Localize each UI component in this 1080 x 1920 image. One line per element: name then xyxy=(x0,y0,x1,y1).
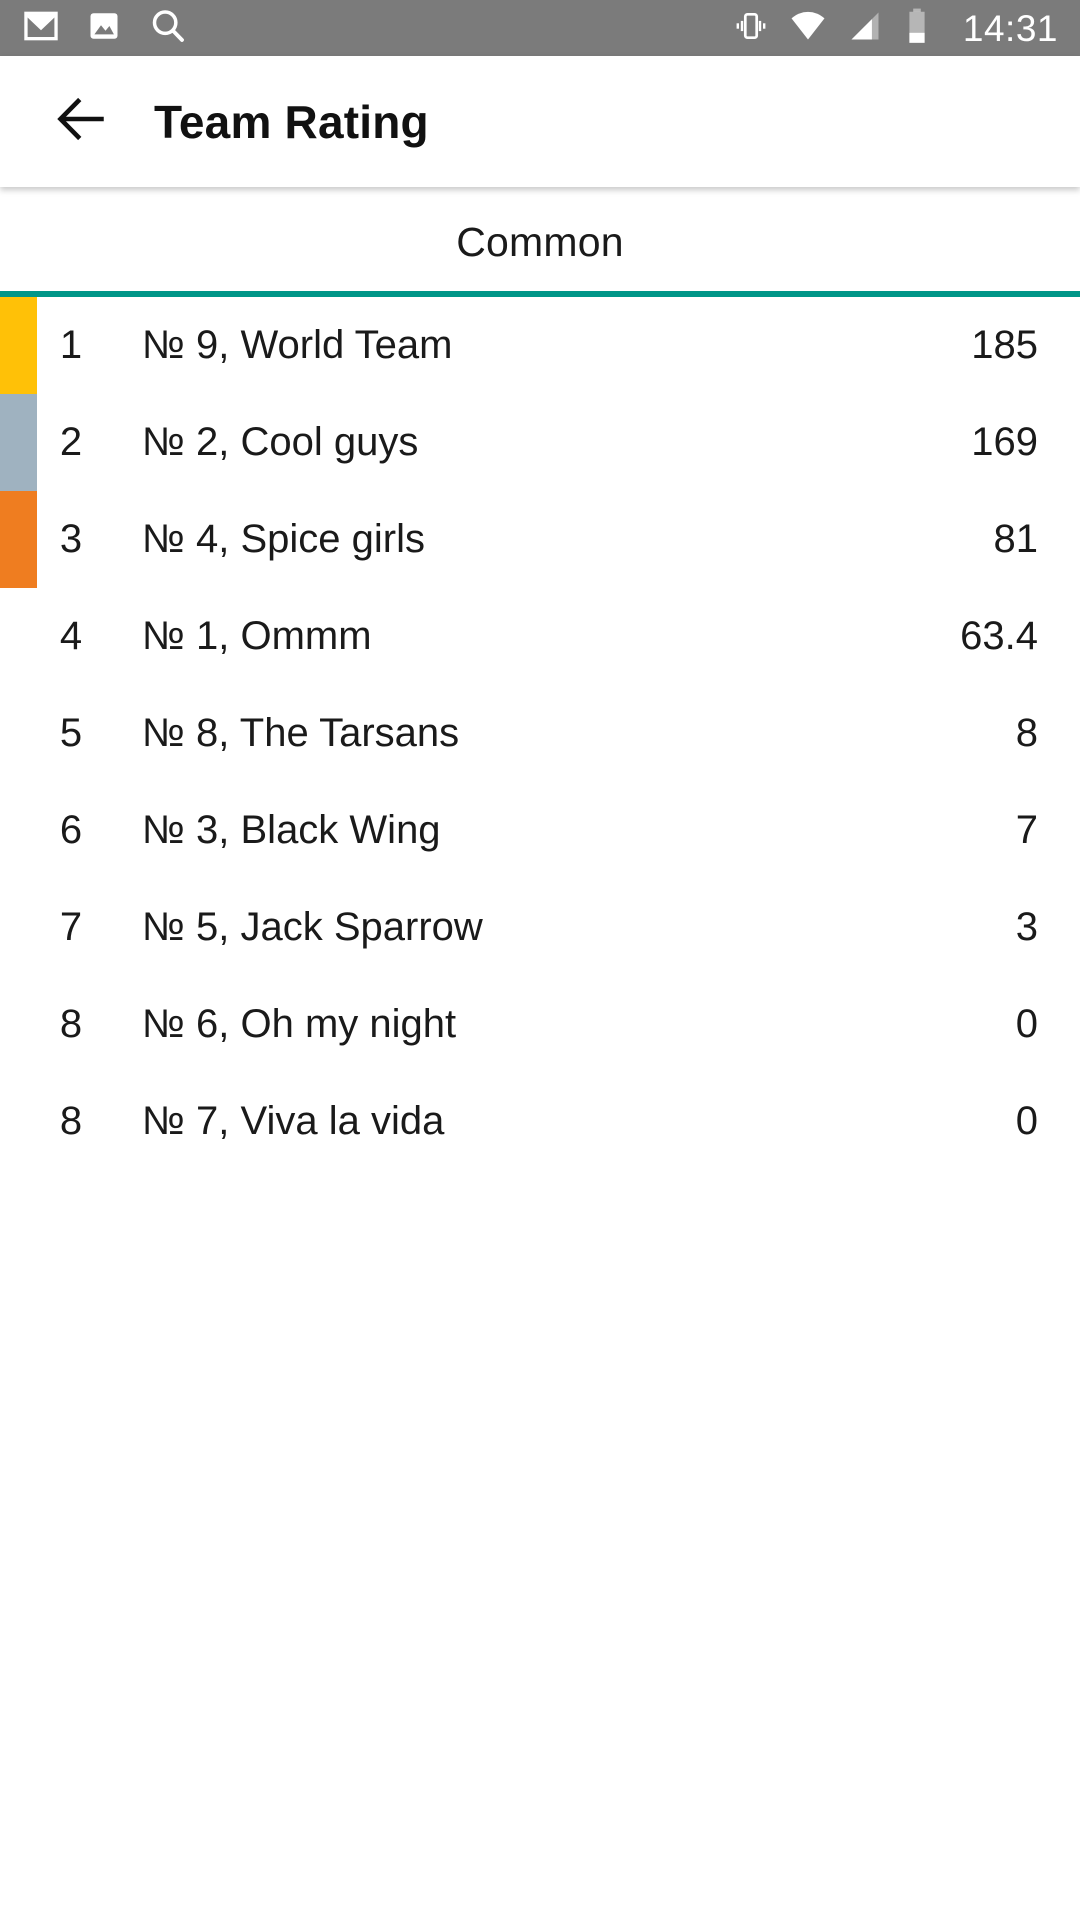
row-team-name: № 2, Cool guys xyxy=(142,420,419,464)
table-row[interactable]: 3 № 4, Spice girls 81 xyxy=(0,491,1080,588)
table-row[interactable]: 7 № 5, Jack Sparrow 3 xyxy=(0,879,1080,976)
image-icon xyxy=(86,8,122,49)
back-button[interactable] xyxy=(44,84,120,160)
page-title: Team Rating xyxy=(154,95,429,148)
row-rank: 8 xyxy=(59,1002,83,1046)
tab-bar: Common xyxy=(0,187,1080,297)
table-row[interactable]: 6 № 3, Black Wing 7 xyxy=(0,782,1080,879)
wifi-icon xyxy=(789,7,827,50)
search-icon xyxy=(148,6,188,51)
row-team-name: № 1, Ommm xyxy=(142,614,372,658)
medal-indicator-silver xyxy=(0,394,37,491)
table-row[interactable]: 5 № 8, The Tarsans 8 xyxy=(0,685,1080,782)
battery-icon xyxy=(903,7,931,50)
status-bar-system-icons: 14:31 xyxy=(733,7,1058,50)
mail-icon xyxy=(22,7,60,50)
row-team-name: № 6, Oh my night xyxy=(142,1002,457,1046)
medal-indicator-gold xyxy=(0,297,37,394)
tab-common[interactable]: Common xyxy=(0,219,1080,266)
row-score: 81 xyxy=(993,517,1039,561)
row-score: 185 xyxy=(971,323,1038,367)
app-bar: Team Rating xyxy=(0,56,1080,187)
row-team-name: № 7, Viva la vida xyxy=(142,1099,445,1143)
status-bar-clock: 14:31 xyxy=(962,7,1058,49)
medal-indicator-bronze xyxy=(0,491,37,588)
team-rating-list[interactable]: 1 № 9, World Team 185 2 № 2, Cool guys 169 3 № … xyxy=(0,297,1080,1920)
app-root: 14:31 Team Rating Common 1 № 9, World Tea… xyxy=(0,0,1080,1920)
row-rank: 7 xyxy=(59,905,83,949)
row-rank: 5 xyxy=(59,711,83,755)
status-bar: 14:31 xyxy=(0,0,1080,56)
table-row[interactable]: 2 № 2, Cool guys 169 xyxy=(0,394,1080,491)
status-bar-notification-icons xyxy=(22,6,188,51)
row-team-name: № 4, Spice girls xyxy=(142,517,426,561)
vibrate-icon xyxy=(733,8,769,49)
row-score: 3 xyxy=(1015,905,1038,949)
table-row[interactable]: 1 № 9, World Team 185 xyxy=(0,297,1080,394)
row-score: 63.4 xyxy=(960,614,1038,658)
back-arrow-icon xyxy=(53,90,111,153)
row-score: 7 xyxy=(1015,808,1038,852)
row-team-name: № 5, Jack Sparrow xyxy=(142,905,483,949)
row-team-name: № 8, The Tarsans xyxy=(142,711,460,755)
row-score: 8 xyxy=(1015,711,1038,755)
row-rank: 6 xyxy=(59,808,83,852)
row-score: 0 xyxy=(1015,1099,1038,1143)
row-team-name: № 9, World Team xyxy=(142,323,453,367)
table-row[interactable]: 4 № 1, Ommm 63.4 xyxy=(0,588,1080,685)
row-score: 0 xyxy=(1015,1002,1038,1046)
cellular-signal-icon xyxy=(847,8,883,49)
row-team-name: № 3, Black Wing xyxy=(142,808,441,852)
row-rank: 8 xyxy=(59,1099,83,1143)
row-score: 169 xyxy=(971,420,1038,464)
row-rank: 4 xyxy=(59,614,83,658)
table-row[interactable]: 8 № 6, Oh my night 0 xyxy=(0,976,1080,1073)
table-row[interactable]: 8 № 7, Viva la vida 0 xyxy=(0,1073,1080,1170)
